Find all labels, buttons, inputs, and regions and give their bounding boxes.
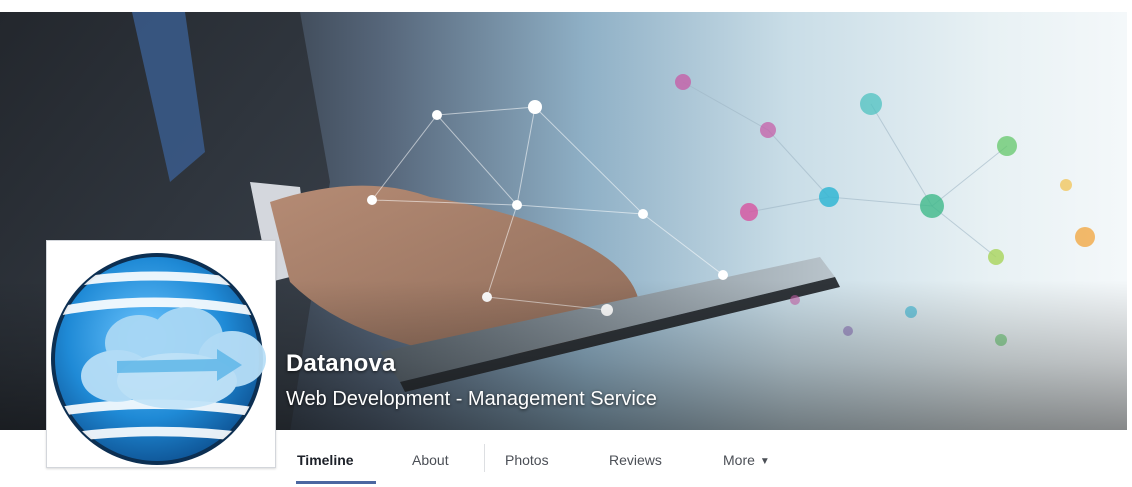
tab-divider (484, 444, 485, 472)
tab-timeline[interactable]: Timeline (297, 452, 354, 468)
tab-more-label: More (723, 452, 755, 468)
tab-more[interactable]: More ▼ (723, 452, 770, 468)
page-title[interactable]: Datanova (286, 350, 396, 378)
tab-photos[interactable]: Photos (505, 452, 549, 468)
active-tab-indicator (296, 481, 376, 484)
page-category[interactable]: Web Development - Management Service (286, 388, 657, 411)
tab-about[interactable]: About (412, 452, 449, 468)
caret-down-icon: ▼ (759, 456, 770, 467)
facebook-page-header: Datanova Web Development - Management Se… (0, 0, 1132, 487)
tab-reviews[interactable]: Reviews (609, 452, 662, 468)
globe-cloud-icon (51, 253, 266, 465)
profile-picture[interactable] (46, 240, 276, 468)
